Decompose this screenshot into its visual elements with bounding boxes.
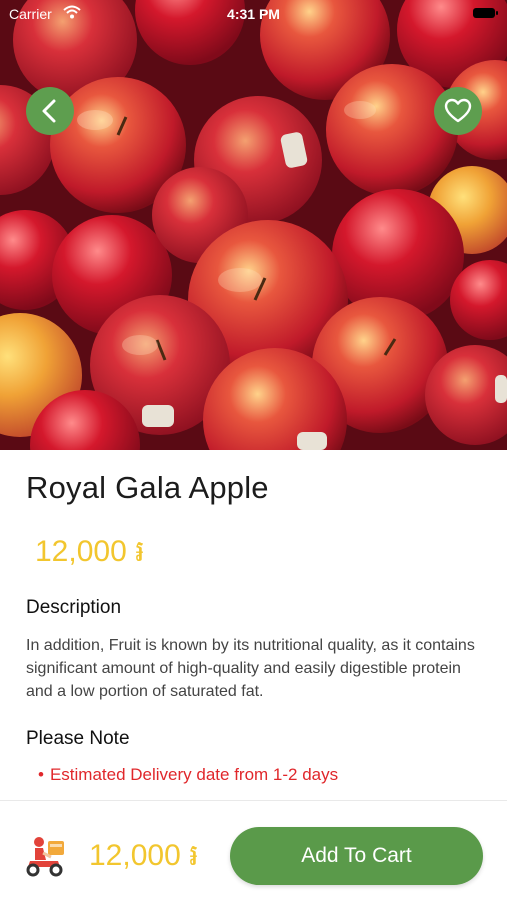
product-image — [0, 0, 507, 450]
heart-icon — [444, 98, 472, 123]
description-text: In addition, Fruit is known by its nutri… — [26, 637, 475, 700]
delivery-rider-icon — [22, 833, 68, 884]
note-heading: Please Note — [26, 728, 130, 749]
product-price: 12,000 ៛ — [35, 535, 145, 568]
back-arrow-icon — [42, 99, 56, 123]
description-heading: Description — [26, 597, 122, 618]
bottom-price: 12,000 ៛ — [89, 839, 199, 872]
status-time: 4:31 PM — [227, 6, 280, 22]
bottom-divider — [0, 800, 507, 801]
note-item: • Estimated Delivery date from 1-2 days — [38, 765, 338, 785]
note-bullet: • — [38, 765, 44, 784]
favorite-button[interactable] — [434, 87, 482, 135]
add-to-cart-button[interactable]: Add To Cart — [230, 827, 483, 885]
battery-icon — [473, 8, 498, 18]
apples-photo — [0, 0, 507, 450]
status-bar: Carrier 4:31 PM — [0, 0, 507, 28]
product-title: Royal Gala Apple — [26, 470, 269, 505]
back-button[interactable] — [26, 87, 74, 135]
note-item-text: Estimated Delivery date from 1-2 days — [49, 765, 339, 784]
